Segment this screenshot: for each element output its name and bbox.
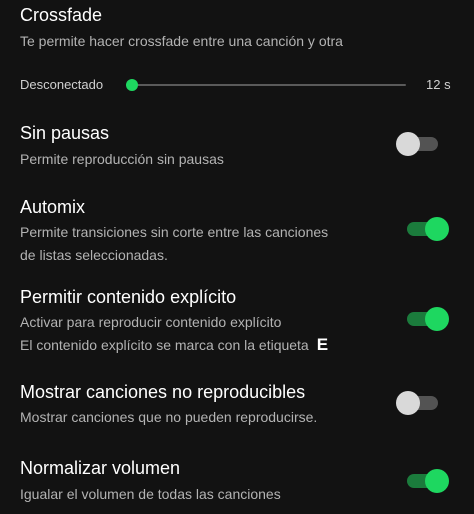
explicit-title: Permitir contenido explícito	[20, 287, 237, 307]
explicit-description-line1: Activar para reproducir contenido explíc…	[20, 314, 282, 330]
toggle-knob	[425, 469, 449, 493]
crossfade-slider-track[interactable]	[126, 84, 406, 86]
gapless-description: Permite reproducción sin pausas	[20, 151, 224, 167]
normalize-title: Normalizar volumen	[20, 458, 181, 478]
crossfade-min-label: Desconectado	[20, 77, 104, 92]
gapless-title: Sin pausas	[20, 123, 110, 143]
crossfade-slider[interactable]	[126, 77, 406, 93]
automix-description-line2: de listas seleccionadas.	[20, 247, 168, 263]
toggle-knob	[396, 132, 420, 156]
toggle-knob	[425, 307, 449, 331]
unplayable-title: Mostrar canciones no reproducibles	[20, 382, 306, 402]
settings-page: { "crossfade": { "title": "Crossfade", "…	[0, 0, 474, 514]
crossfade-description: Te permite hacer crossfade entre una can…	[20, 33, 343, 49]
explicit-description-line2-row: El contenido explícito se marca con la e…	[20, 335, 328, 355]
crossfade-slider-thumb[interactable]	[126, 79, 138, 91]
explicit-description-line2: El contenido explícito se marca con la e…	[20, 337, 309, 353]
gapless-toggle[interactable]	[396, 132, 440, 156]
toggle-knob	[425, 217, 449, 241]
unplayable-description: Mostrar canciones que no pueden reproduc…	[20, 409, 318, 425]
explicit-badge: E	[316, 335, 329, 354]
toggle-knob	[396, 391, 420, 415]
crossfade-title: Crossfade	[20, 5, 103, 25]
crossfade-max-label: 12 s	[426, 77, 451, 92]
automix-toggle[interactable]	[405, 217, 449, 241]
automix-title: Automix	[20, 197, 86, 217]
normalize-description: Igualar el volumen de todas las cancione…	[20, 486, 281, 502]
explicit-toggle[interactable]	[405, 307, 449, 331]
unplayable-toggle[interactable]	[396, 391, 440, 415]
automix-description-line1: Permite transiciones sin corte entre las…	[20, 224, 329, 240]
normalize-toggle[interactable]	[405, 469, 449, 493]
